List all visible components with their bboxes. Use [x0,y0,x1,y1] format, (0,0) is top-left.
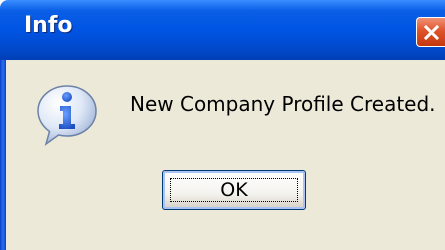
info-dialog: Info New Company Profile Created. OK [0,0,445,250]
ok-button[interactable]: OK [162,170,306,210]
close-icon [423,24,440,41]
title-bar[interactable]: Info [0,0,445,60]
ok-button-label: OK [220,179,248,201]
close-button[interactable] [416,17,445,47]
dialog-title: Info [24,13,73,38]
dialog-message: New Company Profile Created. [130,92,436,116]
information-icon [37,85,97,146]
